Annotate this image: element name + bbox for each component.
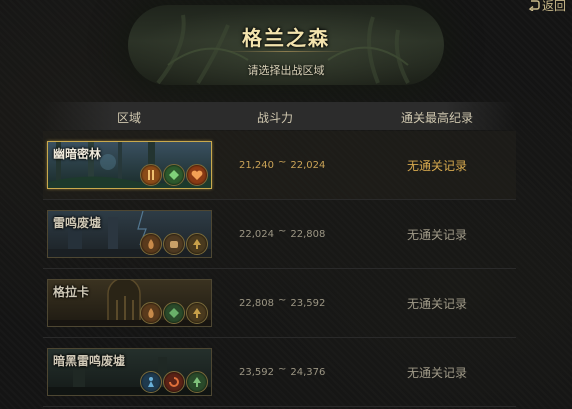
dungeon-row[interactable]: 格拉卡 22,808 ~23,592 无通关记录 — [43, 269, 516, 338]
back-button[interactable]: 返回 — [528, 0, 566, 13]
return-arrow-icon — [528, 0, 540, 11]
spade-icon — [186, 302, 208, 324]
dungeon-card-dark-thunder-ruins[interactable]: 暗黑雷鸣废墟 — [47, 348, 212, 396]
dungeon-row[interactable]: 暗黑雷鸣废墟 23,592 ~24,376 无通关记录 — [43, 338, 516, 407]
red-swirl-icon — [163, 371, 185, 393]
power-range: 22,024 ~22,808 — [239, 225, 326, 240]
column-header-region: 区域 — [116, 111, 142, 125]
tall-pillar-icon — [140, 164, 162, 186]
heart-icon — [186, 164, 208, 186]
back-label: 返回 — [541, 0, 566, 13]
column-header-power: 战斗力 — [256, 111, 294, 125]
badge-group — [140, 371, 208, 393]
flame-icon — [140, 302, 162, 324]
power-min: 21,240 — [239, 159, 274, 171]
badge-group — [140, 164, 208, 186]
power-min: 23,592 — [239, 366, 274, 378]
power-min: 22,024 — [239, 228, 274, 240]
power-min: 22,808 — [239, 297, 274, 309]
green-shell-icon — [163, 164, 185, 186]
dungeon-name: 雷鸣废墟 — [53, 216, 102, 230]
dungeon-name: 幽暗密林 — [53, 147, 102, 161]
best-record: 无通关记录 — [406, 296, 468, 311]
column-header-record: 通关最高纪录 — [400, 111, 474, 125]
power-range: 23,592 ~24,376 — [239, 363, 326, 378]
dungeon-name: 格拉卡 — [53, 285, 90, 299]
area-title: 格兰之森 — [242, 26, 330, 50]
fist-icon — [163, 233, 185, 255]
area-subtitle: 请选择出战区域 — [247, 64, 325, 77]
table-header: 区域 战斗力 通关最高纪录 — [43, 102, 516, 130]
power-range: 21,240 ~22,024 — [239, 156, 326, 171]
power-max: 24,376 — [290, 366, 326, 378]
best-record: 无通关记录 — [406, 227, 468, 242]
dungeon-row[interactable]: 雷鸣废墟 22,024 ~22,808 无通关记录 — [43, 200, 516, 269]
best-record: 无通关记录 — [406, 365, 468, 380]
dungeon-card-graka[interactable]: 格拉卡 — [47, 279, 212, 327]
dungeon-card-dark-forest[interactable]: 幽暗密林 — [47, 141, 212, 189]
power-max: 23,592 — [290, 297, 326, 309]
best-record: 无通关记录 — [406, 158, 468, 173]
spade-icon — [186, 233, 208, 255]
dungeon-card-thunder-ruins[interactable]: 雷鸣废墟 — [47, 210, 212, 258]
title-divider — [226, 51, 346, 52]
blue-figure-icon — [140, 371, 162, 393]
dungeon-row[interactable]: 幽暗密林 21,240 ~22,024 无通关记录 — [43, 131, 516, 200]
power-range: 22,808 ~23,592 — [239, 294, 326, 309]
flame-icon — [140, 233, 162, 255]
badge-group — [140, 302, 208, 324]
green-shell-icon — [163, 302, 185, 324]
badge-group — [140, 233, 208, 255]
dungeon-name: 暗黑雷鸣废墟 — [53, 354, 126, 368]
power-max: 22,024 — [290, 159, 326, 171]
spade-icon — [186, 371, 208, 393]
power-max: 22,808 — [290, 228, 326, 240]
